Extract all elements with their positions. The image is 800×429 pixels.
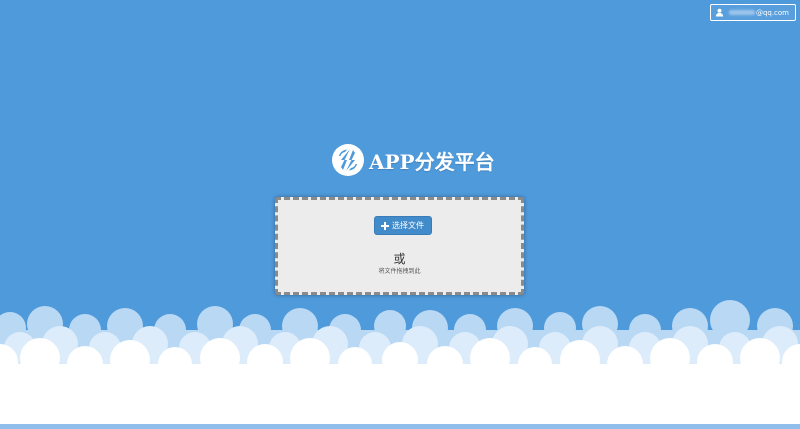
user-icon [715,8,724,17]
user-email-domain: @qq.com [755,8,789,17]
footer-strip [0,424,800,429]
drag-drop-hint: 将文件拖拽到此 [378,268,421,275]
or-divider-text: 或 [393,252,406,266]
user-account-badge[interactable]: @qq.com [709,4,796,21]
page-background: @qq.com APP分发平台 选择文件 或 将文件拖拽到此 [0,0,800,429]
cloud-decoration [0,300,800,429]
brand-header: APP分发平台 [331,141,495,179]
user-email: @qq.com [728,8,789,17]
page-title: APP分发平台 [369,149,495,174]
file-drop-zone[interactable]: 选择文件 或 将文件拖拽到此 [275,197,524,295]
app-logo-icon [331,143,365,177]
plus-icon [381,221,389,230]
select-file-label: 选择文件 [392,221,424,230]
redacted-username [728,10,755,15]
select-file-button[interactable]: 选择文件 [374,216,432,235]
